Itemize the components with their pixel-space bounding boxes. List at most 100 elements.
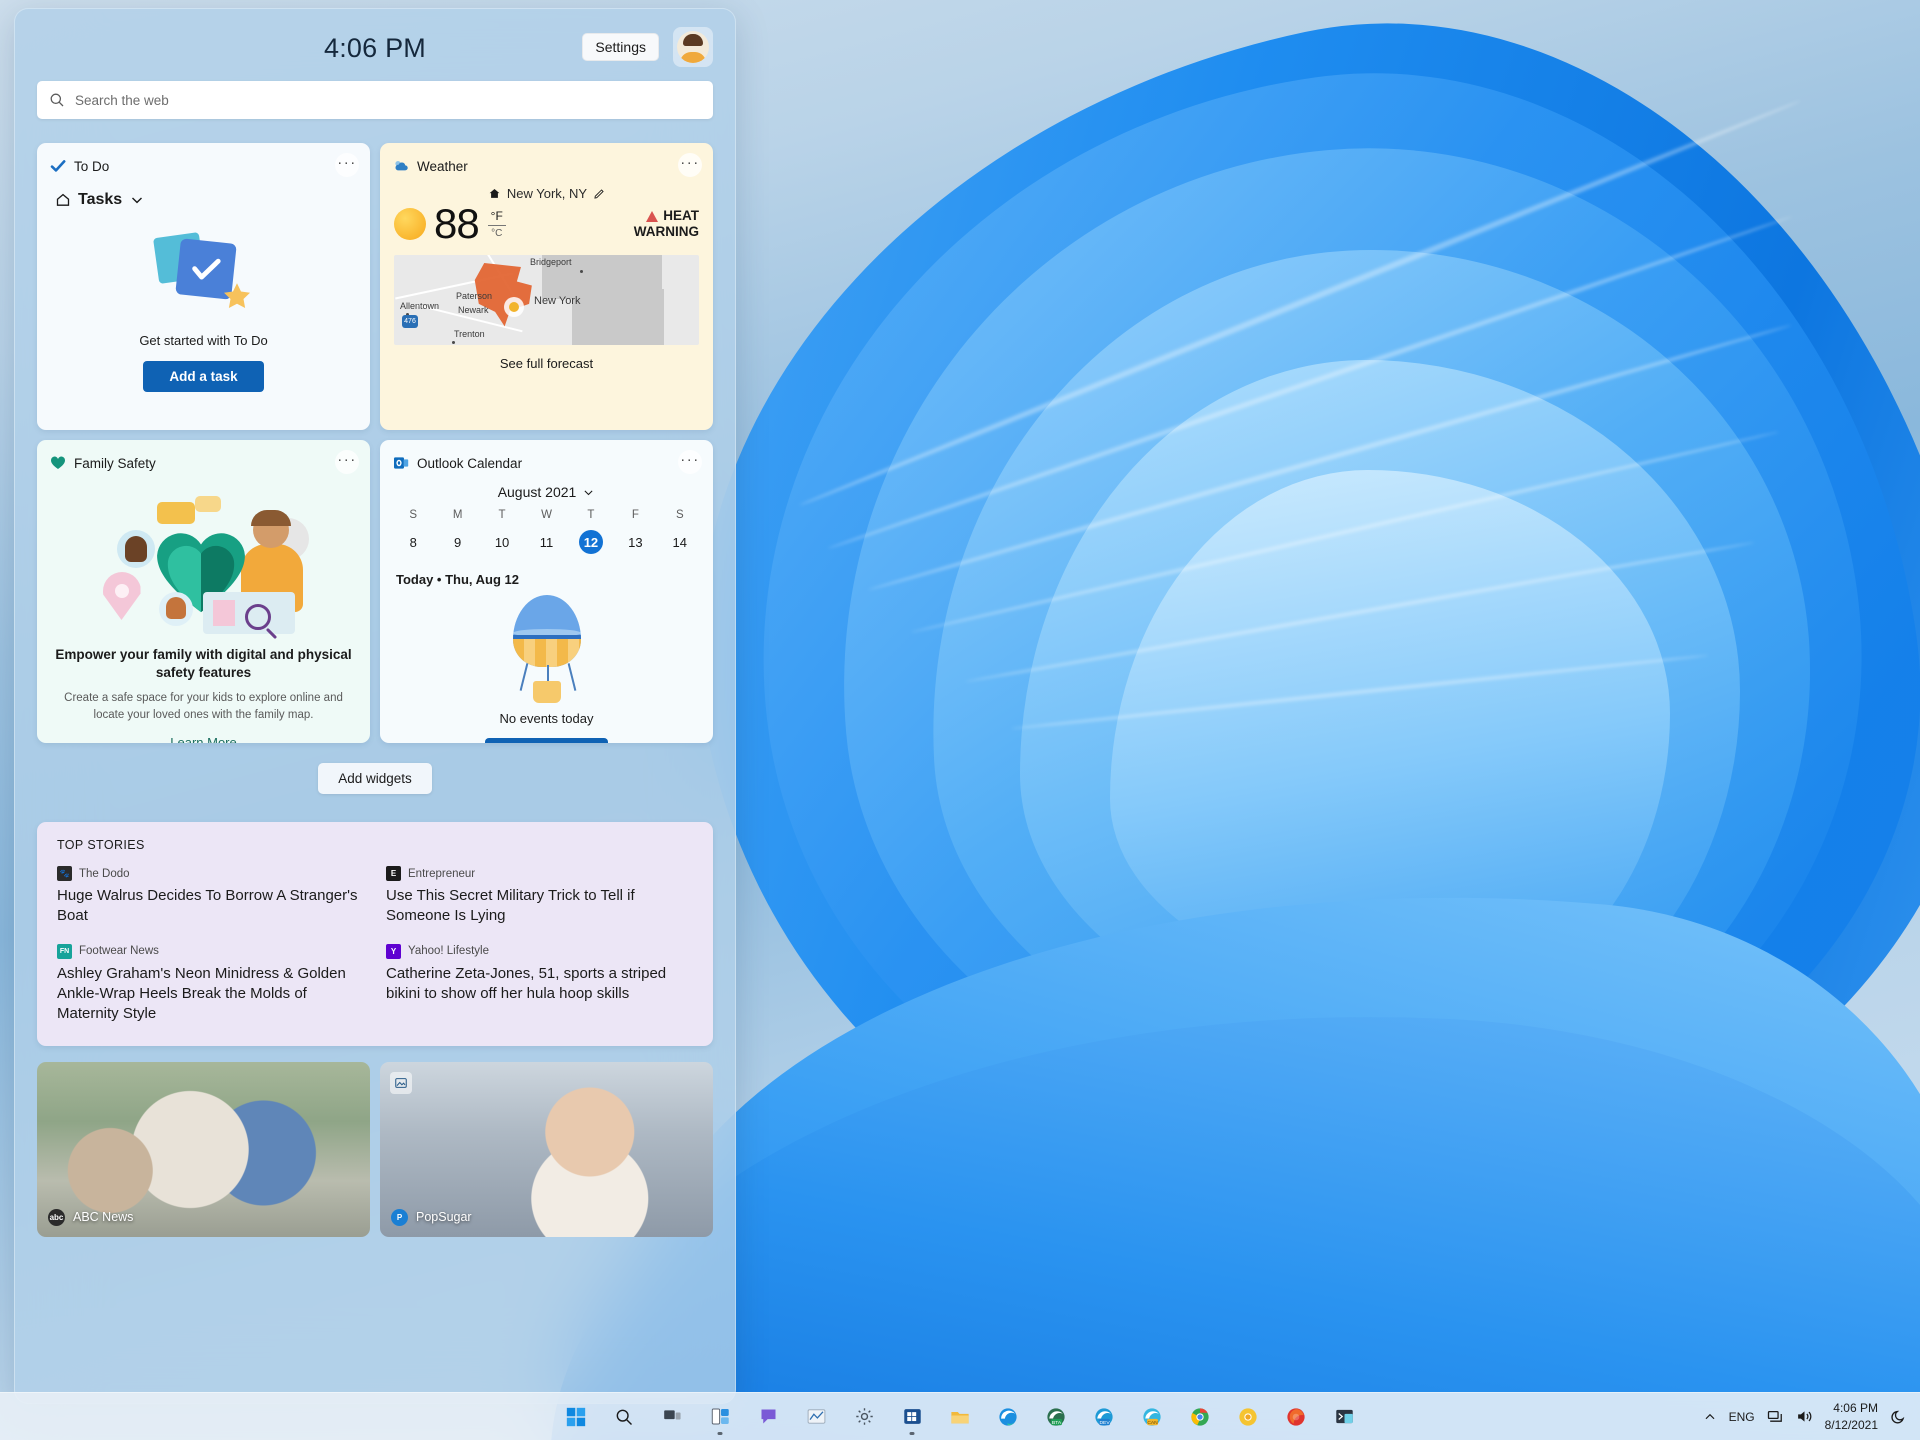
news-headline[interactable]: Catherine Zeta-Jones, 51, sports a strip… (386, 964, 693, 1004)
news-headline[interactable]: Use This Secret Military Trick to Tell i… (386, 886, 693, 926)
news-headline[interactable]: Huge Walrus Decides To Borrow A Stranger… (57, 886, 364, 926)
chrome-icon[interactable] (1180, 1397, 1220, 1437)
weather-alert[interactable]: HEAT WARNING (634, 208, 699, 239)
see-full-forecast-link[interactable]: See full forecast (380, 356, 713, 371)
avatar-button[interactable] (673, 27, 713, 67)
weather-map[interactable]: Bridgeport Paterson New York Allentown N… (394, 255, 699, 345)
news-grid: 🐾 The Dodo Huge Walrus Decides To Borrow… (57, 866, 693, 1024)
calendar-day-initial: M (452, 509, 463, 521)
calendar-day-initial: F (631, 509, 639, 521)
family-member-avatar (158, 592, 193, 626)
settings-button[interactable]: Settings (582, 33, 659, 61)
edge-dev-icon[interactable]: DEV (1084, 1397, 1124, 1437)
todo-list-selector[interactable]: Tasks (37, 177, 370, 209)
news-item[interactable]: Y Yahoo! Lifestyle Catherine Zeta-Jones,… (386, 943, 693, 1024)
news-item[interactable]: FN Footwear News Ashley Graham's Neon Mi… (57, 943, 364, 1024)
learn-more-link[interactable]: Learn More (37, 735, 370, 743)
widget-family-safety[interactable]: Family Safety ··· Empower your family wi… (37, 440, 370, 743)
calendar-month-selector[interactable]: August 2021 (380, 484, 713, 500)
map-dot (580, 270, 583, 273)
file-explorer-icon[interactable] (940, 1397, 980, 1437)
panel-header: 4:06 PM Settings (15, 9, 735, 81)
create-event-button[interactable]: Create event (485, 738, 608, 743)
news-source-name: Footwear News (79, 945, 159, 958)
map-water (572, 289, 664, 345)
firefox-icon[interactable] (1276, 1397, 1316, 1437)
map-label: Allentown (400, 301, 440, 311)
chrome-beta-icon[interactable] (1228, 1397, 1268, 1437)
calendar-day-cell[interactable]: 8 (391, 528, 435, 556)
tray-clock[interactable]: 4:06 PM 8/12/2021 (1825, 1400, 1878, 1432)
calendar-day-cell-today[interactable]: 12 (569, 528, 613, 556)
search-bar[interactable] (37, 81, 713, 119)
widget-grid: To Do ··· Tasks Get started with To Do A… (37, 143, 713, 743)
news-source-name: Yahoo! Lifestyle (408, 945, 489, 958)
widgets-panel: 4:06 PM Settings To Do ··· Ta (14, 8, 736, 1404)
home-icon (56, 193, 70, 206)
calendar-day-cell[interactable]: 10 (480, 528, 524, 556)
pencil-icon[interactable] (593, 188, 605, 200)
map-pin-icon (102, 572, 141, 620)
photo-source-name: PopSugar (416, 1210, 472, 1225)
charts-app-icon[interactable] (796, 1397, 836, 1437)
map-label: Newark (458, 305, 489, 315)
popsugar-icon: P (391, 1208, 408, 1226)
chat-bubble-icon (156, 502, 195, 524)
calendar-day-cell[interactable]: 13 (613, 528, 657, 556)
widget-outlook-calendar[interactable]: Outlook Calendar ··· August 2021 S M T W… (380, 440, 713, 743)
unit-fahrenheit[interactable]: °F (491, 209, 503, 223)
widget-family-more-button[interactable]: ··· (335, 450, 359, 474)
widget-todo[interactable]: To Do ··· Tasks Get started with To Do A… (37, 143, 370, 430)
edge-beta-icon[interactable]: BTA (1036, 1397, 1076, 1437)
checkmark-icon (50, 160, 66, 172)
search-input[interactable] (75, 92, 701, 108)
moon-bell-icon[interactable] (1890, 1408, 1908, 1426)
search-icon[interactable] (604, 1397, 644, 1437)
add-task-button[interactable]: Add a task (143, 361, 264, 392)
weather-location-row[interactable]: New York, NY (380, 186, 713, 201)
news-item[interactable]: 🐾 The Dodo Huge Walrus Decides To Borrow… (57, 866, 364, 926)
widget-family-header: Family Safety ··· (37, 440, 370, 474)
widget-weather-more-button[interactable]: ··· (678, 153, 702, 177)
news-headline[interactable]: Ashley Graham's Neon Minidress & Golden … (57, 964, 364, 1024)
widget-calendar-more-button[interactable]: ··· (678, 450, 702, 474)
todo-caption: Get started with To Do (139, 333, 268, 348)
add-widgets-button[interactable]: Add widgets (318, 763, 432, 794)
map-label: Trenton (454, 329, 485, 339)
network-icon[interactable] (1767, 1408, 1784, 1425)
news-source-row: Y Yahoo! Lifestyle (386, 943, 693, 959)
news-photo-card[interactable]: P PopSugar (380, 1061, 713, 1237)
news-source-name: The Dodo (79, 867, 130, 880)
edge-canary-icon[interactable]: CAN (1132, 1397, 1172, 1437)
weather-unit-toggle[interactable]: °F °C (487, 209, 506, 239)
news-item[interactable]: E Entrepreneur Use This Secret Military … (386, 866, 693, 926)
settings-gear-icon[interactable] (844, 1397, 884, 1437)
speaker-icon[interactable] (1796, 1408, 1813, 1425)
terminal-icon[interactable] (1324, 1397, 1364, 1437)
unit-celsius[interactable]: °C (491, 228, 502, 239)
widgets-icon[interactable] (700, 1397, 740, 1437)
tray-language[interactable]: ENG (1729, 1410, 1755, 1424)
home-icon (489, 188, 500, 198)
microsoft-store-icon[interactable] (892, 1397, 932, 1437)
calendar-empty-message: No events today (499, 711, 594, 726)
chat-icon[interactable] (748, 1397, 788, 1437)
outlook-icon (394, 457, 409, 469)
tray-overflow-chevron-up-icon[interactable] (1703, 1410, 1717, 1424)
chevron-down-icon (584, 489, 593, 495)
start-button[interactable] (556, 1397, 596, 1437)
news-photo-card[interactable]: abc ABC News (37, 1061, 370, 1237)
widget-todo-more-button[interactable]: ··· (335, 153, 359, 177)
widget-weather-title: Weather (417, 158, 468, 174)
calendar-day-cell[interactable]: 11 (524, 528, 568, 556)
task-view-icon[interactable] (652, 1397, 692, 1437)
widget-calendar-title: Outlook Calendar (417, 455, 523, 471)
widget-weather[interactable]: Weather ··· New York, NY 88 °F °C HEAT W… (380, 143, 713, 430)
edge-icon[interactable] (988, 1397, 1028, 1437)
calendar-day-cell[interactable]: 9 (435, 528, 479, 556)
photo-source-name: ABC News (73, 1210, 134, 1225)
map-location-pin (504, 297, 524, 317)
calendar-today-label: Today • Thu, Aug 12 (396, 572, 519, 587)
tray-time: 4:06 PM (1833, 1401, 1878, 1416)
calendar-day-cell[interactable]: 14 (658, 528, 702, 556)
